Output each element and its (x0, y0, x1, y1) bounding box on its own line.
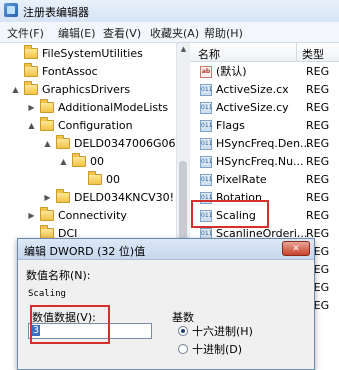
tree-item[interactable]: ▶ AdditionalModeLists (0, 99, 176, 117)
title-bar: 注册表编辑器 (0, 0, 339, 23)
value-type: REG (306, 209, 330, 222)
dword-value-icon: 011 (200, 156, 212, 168)
tree-item-label[interactable]: 00 (90, 153, 104, 171)
window-title: 注册表编辑器 (23, 6, 89, 19)
value-type: REG (306, 191, 330, 204)
tree-expander-icon[interactable] (75, 171, 84, 189)
tree-item[interactable]: ▶ DELD034KNCV30! (0, 189, 176, 207)
menu-favorites[interactable]: 收藏夹(A) (150, 25, 199, 41)
tree-item[interactable]: FontAssoc (0, 63, 176, 81)
dialog-title-bar: 编辑 DWORD (32 位)值 ✕ (18, 239, 314, 260)
dword-value-icon: 011 (200, 120, 212, 132)
value-row[interactable]: 011 PixelRate REG (190, 171, 339, 189)
tree-item-label[interactable]: FontAssoc (42, 63, 98, 81)
value-name[interactable]: ActiveSize.cx (216, 81, 289, 99)
value-type: REG (306, 155, 330, 168)
menu-help[interactable]: 帮助(H) (204, 25, 243, 41)
edit-dword-dialog: 编辑 DWORD (32 位)值 ✕ 数值名称(N): Scaling 数值数据… (17, 238, 315, 370)
tree-expander-icon[interactable]: ▶ (27, 207, 36, 225)
folder-icon (56, 135, 70, 149)
dword-value-icon: 011 (200, 84, 212, 96)
tree-expander-icon[interactable]: ▲ (11, 81, 20, 99)
value-name[interactable]: HSyncFreq.Den... (216, 135, 311, 153)
scroll-up-arrow-icon[interactable]: ▲ (177, 43, 190, 56)
folder-icon (40, 99, 54, 113)
column-type-header[interactable]: 类型 (302, 46, 324, 62)
menu-view[interactable]: 查看(V) (103, 25, 141, 41)
value-name[interactable]: PixelRate (216, 171, 267, 189)
dialog-title: 编辑 DWORD (32 位)值 (24, 245, 146, 258)
column-separator[interactable] (296, 43, 297, 61)
tree-item-label[interactable]: DELD034KNCV30! (74, 189, 174, 207)
tree-item-label[interactable]: AdditionalModeLists (58, 99, 168, 117)
value-row[interactable]: 011 HSyncFreq.Den... REG (190, 135, 339, 153)
folder-icon (40, 117, 54, 131)
value-row[interactable]: 011 HSyncFreq.Nu... REG (190, 153, 339, 171)
hex-radio-button[interactable] (178, 326, 188, 336)
value-name[interactable]: HSyncFreq.Nu... (216, 153, 304, 171)
tree-expander-icon[interactable]: ▶ (27, 99, 36, 117)
dword-value-icon: 011 (200, 138, 212, 150)
tree-item[interactable]: ▲ Configuration (0, 117, 176, 135)
tree-item[interactable]: ▲ 00 (0, 153, 176, 171)
value-type: REG (306, 119, 330, 132)
base-group-label: 基数 (172, 311, 194, 324)
tree-item-label[interactable]: Configuration (58, 117, 133, 135)
folder-icon (24, 45, 38, 59)
dec-radio-button[interactable] (178, 344, 188, 354)
tree-item[interactable]: ▶ Connectivity (0, 207, 176, 225)
tree-expander-icon[interactable]: ▲ (59, 153, 68, 171)
folder-icon (88, 171, 102, 185)
close-icon[interactable]: ✕ (282, 241, 310, 256)
value-type: REG (306, 83, 330, 96)
tree-item-label[interactable]: GraphicsDrivers (42, 81, 130, 99)
tree-item-label[interactable]: FileSystemUtilities (42, 45, 143, 63)
value-name-label: 数值名称(N): (26, 269, 91, 282)
tree-expander-icon[interactable] (11, 45, 20, 63)
value-type: REG (306, 173, 330, 186)
tree-item[interactable]: 00 (0, 171, 176, 189)
value-type: REG (306, 137, 330, 150)
folder-icon (24, 81, 38, 95)
folder-icon (56, 189, 70, 203)
regedit-app-icon (4, 3, 18, 17)
folder-icon (24, 63, 38, 77)
value-type: REG (306, 101, 330, 114)
tree-item-label[interactable]: DELD0347006G06 (74, 135, 176, 153)
tree-expander-icon[interactable] (11, 63, 20, 81)
tree-expander-icon[interactable]: ▲ (27, 117, 36, 135)
menu-bar: 文件(F) 编辑(E) 查看(V) 收藏夹(A) 帮助(H) (0, 22, 339, 43)
value-name[interactable]: (默认) (216, 63, 247, 81)
tree-item-label[interactable]: Connectivity (58, 207, 127, 225)
tree-expander-icon[interactable]: ▲ (43, 135, 52, 153)
tree-item[interactable]: ▲ GraphicsDrivers (0, 81, 176, 99)
hex-radio-label[interactable]: 十六进制(H) (192, 325, 253, 339)
dword-value-icon: 011 (200, 174, 212, 186)
value-type: REG (306, 65, 330, 78)
value-data-highlight-box (30, 305, 110, 344)
value-row[interactable]: 011 ActiveSize.cx REG (190, 81, 339, 99)
value-row[interactable]: 011 Flags REG (190, 117, 339, 135)
value-name[interactable]: ActiveSize.cy (216, 99, 289, 117)
folder-icon (72, 153, 86, 167)
value-name[interactable]: Flags (216, 117, 245, 135)
tree-item-label[interactable]: 00 (106, 171, 120, 189)
folder-icon (40, 207, 54, 221)
dec-radio-label[interactable]: 十进制(D) (192, 343, 242, 357)
value-row[interactable]: 011 ActiveSize.cy REG (190, 99, 339, 117)
list-header: 名称 类型 (190, 43, 339, 62)
dword-value-icon: 011 (200, 102, 212, 114)
tree-expander-icon[interactable]: ▶ (43, 189, 52, 207)
value-row[interactable]: ab (默认) REG (190, 63, 339, 81)
menu-edit[interactable]: 编辑(E) (58, 25, 96, 41)
tree-item[interactable]: ▲ DELD0347006G06 (0, 135, 176, 153)
string-value-icon: ab (200, 66, 212, 78)
value-name-field: Scaling (28, 289, 66, 299)
column-name-header[interactable]: 名称 (198, 46, 220, 62)
menu-file[interactable]: 文件(F) (7, 25, 44, 41)
tree-item[interactable]: FileSystemUtilities (0, 45, 176, 63)
scaling-highlight-box (191, 200, 269, 228)
